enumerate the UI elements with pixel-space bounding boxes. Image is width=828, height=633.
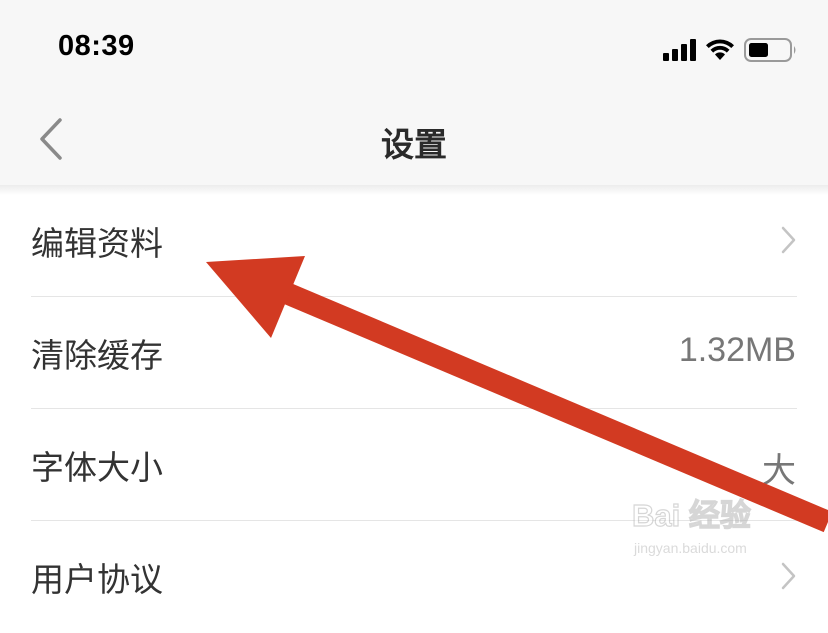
settings-list: 编辑资料 清除缓存 1.32MB 字体大小 大 用户协议 [0,185,828,633]
signal-icon [663,39,696,61]
status-time: 08:39 [58,30,135,62]
settings-item-label: 编辑资料 [31,224,163,263]
chevron-right-icon [781,562,796,590]
font-size-value: 大 [762,452,796,490]
page-title: 设置 [381,125,447,164]
settings-item-label: 用户协议 [31,560,163,599]
settings-item-user-agreement[interactable]: 用户协议 [0,521,828,633]
nav-bar: 设置 [0,100,828,185]
status-bar: 08:39 [0,0,828,100]
top-bar: 08:39 设置 [0,0,828,185]
status-icons [663,34,798,66]
settings-item-clear-cache[interactable]: 清除缓存 1.32MB [0,297,828,409]
settings-item-font-size[interactable]: 字体大小 大 [0,409,828,521]
battery-icon [744,37,798,63]
wifi-icon [704,38,736,62]
settings-item-edit-profile[interactable]: 编辑资料 [0,185,828,297]
chevron-right-icon [781,226,796,254]
settings-item-label: 字体大小 [31,448,163,487]
settings-item-label: 清除缓存 [31,336,163,375]
cache-size-value: 1.32MB [678,331,796,369]
